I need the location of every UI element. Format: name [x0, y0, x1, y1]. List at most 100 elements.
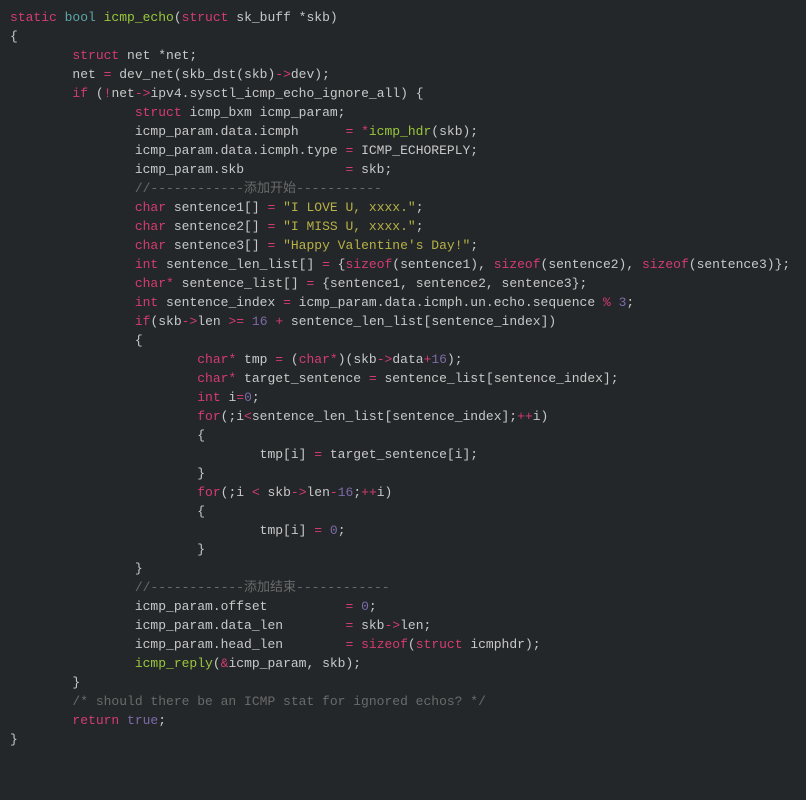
code-line-22: char* target_sentence = sentence_list[se… — [10, 369, 796, 388]
text: icmphdr); — [463, 637, 541, 652]
text: ( — [174, 10, 182, 25]
number: 16 — [338, 485, 354, 500]
text: sentence_len_list[sentence_index]) — [283, 314, 556, 329]
operator: -> — [291, 485, 307, 500]
text: sentence_index — [158, 295, 283, 310]
text: i — [221, 390, 237, 405]
text: ; — [369, 599, 377, 614]
keyword: sizeof — [494, 257, 541, 272]
text: skb — [260, 485, 291, 500]
boolean: true — [127, 713, 158, 728]
code-line-15: char sentence3[] = "Happy Valentine's Da… — [10, 236, 796, 255]
text: skb — [353, 618, 384, 633]
code-line-14: char sentence2[] = "I MISS U, xxxx."; — [10, 217, 796, 236]
text: i) — [533, 409, 549, 424]
operator: ++ — [517, 409, 533, 424]
code-line-31: } — [10, 540, 796, 559]
code-line-17: char* sentence_list[] = {sentence1, sent… — [10, 274, 796, 293]
text: sentence_list[] — [174, 276, 307, 291]
keyword: if — [10, 314, 150, 329]
number: 0 — [361, 599, 369, 614]
keyword: for — [10, 485, 221, 500]
code-line-10: icmp_param.data.icmph.type = ICMP_ECHORE… — [10, 141, 796, 160]
operator: % — [603, 295, 611, 310]
text: icmp_param.data.icmph — [10, 124, 345, 139]
text: ( — [283, 352, 299, 367]
keyword: static — [10, 10, 57, 25]
keyword: struct — [416, 637, 463, 652]
text: (skb — [150, 314, 181, 329]
code-line-37: icmp_reply(&icmp_param, skb); — [10, 654, 796, 673]
text: ipv4.sysctl_icmp_echo_ignore_all) { — [150, 86, 423, 101]
function-name: icmp_echo — [96, 10, 174, 25]
code-line-12: //------------添加开始----------- — [10, 179, 796, 198]
comment: //------------添加结束------------ — [10, 580, 390, 595]
operator: < — [252, 485, 260, 500]
text: target_sentence — [236, 371, 369, 386]
operator: = — [314, 523, 322, 538]
keyword: struct — [182, 10, 229, 25]
keyword: char — [10, 352, 228, 367]
function-call: icmp_reply — [10, 656, 213, 671]
brace: } — [10, 675, 80, 690]
text: (skb); — [431, 124, 478, 139]
text: icmp_param.offset — [10, 599, 345, 614]
operator: -> — [135, 86, 151, 101]
text: net *net; — [119, 48, 197, 63]
text: ; — [470, 238, 478, 253]
text: dev_net(skb_dst(skb) — [111, 67, 275, 82]
text: sentence_len_list[] — [158, 257, 322, 272]
comment: //------------添加开始----------- — [10, 181, 382, 196]
code-line-7: struct icmp_bxm icmp_param; — [10, 103, 796, 122]
text: skb; — [353, 162, 392, 177]
operator: >= — [228, 314, 244, 329]
brace: { — [10, 428, 205, 443]
text: data — [392, 352, 423, 367]
keyword: int — [10, 390, 221, 405]
number: 16 — [252, 314, 268, 329]
string: "I MISS U, xxxx." — [283, 219, 416, 234]
code-line-11: icmp_param.skb = skb; — [10, 160, 796, 179]
keyword: char — [10, 219, 166, 234]
text: { — [330, 257, 346, 272]
text: ( — [408, 637, 416, 652]
code-line-34: icmp_param.offset = 0; — [10, 597, 796, 616]
text: icmp_param.data.icmph.un.echo.sequence — [291, 295, 603, 310]
keyword: struct — [10, 105, 182, 120]
keyword: sizeof — [642, 257, 689, 272]
operator: ++ — [361, 485, 377, 500]
text: sentence1[] — [166, 200, 267, 215]
keyword: return — [10, 713, 119, 728]
code-line-1: static bool icmp_echo(struct sk_buff *sk… — [10, 8, 796, 27]
number: 16 — [431, 352, 447, 367]
brace: { — [10, 504, 205, 519]
text: ( — [213, 656, 221, 671]
number: 0 — [244, 390, 252, 405]
keyword: char — [10, 276, 166, 291]
text: ; — [353, 485, 361, 500]
text: ; — [158, 713, 166, 728]
text: sentence_len_list[sentence_index]; — [252, 409, 517, 424]
operator: -> — [377, 352, 393, 367]
text: ; — [416, 219, 424, 234]
code-line-29: { — [10, 502, 796, 521]
text: len; — [400, 618, 431, 633]
string: "Happy Valentine's Day!" — [283, 238, 470, 253]
operator: + — [268, 314, 284, 329]
keyword: int — [10, 257, 158, 272]
text: ; — [416, 200, 424, 215]
code-line-39: /* should there be an ICMP stat for igno… — [10, 692, 796, 711]
operator: -> — [182, 314, 198, 329]
code-editor: static bool icmp_echo(struct sk_buff *sk… — [10, 8, 796, 749]
text: icmp_param.data.icmph.type — [10, 143, 345, 158]
operator: * — [166, 276, 174, 291]
text: {sentence1, sentence2, sentence3}; — [314, 276, 587, 291]
code-line-21: char* tmp = (char*)(skb->data+16); — [10, 350, 796, 369]
text: ; — [252, 390, 260, 405]
code-line-36: icmp_param.head_len = sizeof(struct icmp… — [10, 635, 796, 654]
text: sentence3[] — [166, 238, 267, 253]
keyword: char — [10, 200, 166, 215]
code-line-38: } — [10, 673, 796, 692]
code-line-20: { — [10, 331, 796, 350]
keyword: char — [10, 371, 228, 386]
